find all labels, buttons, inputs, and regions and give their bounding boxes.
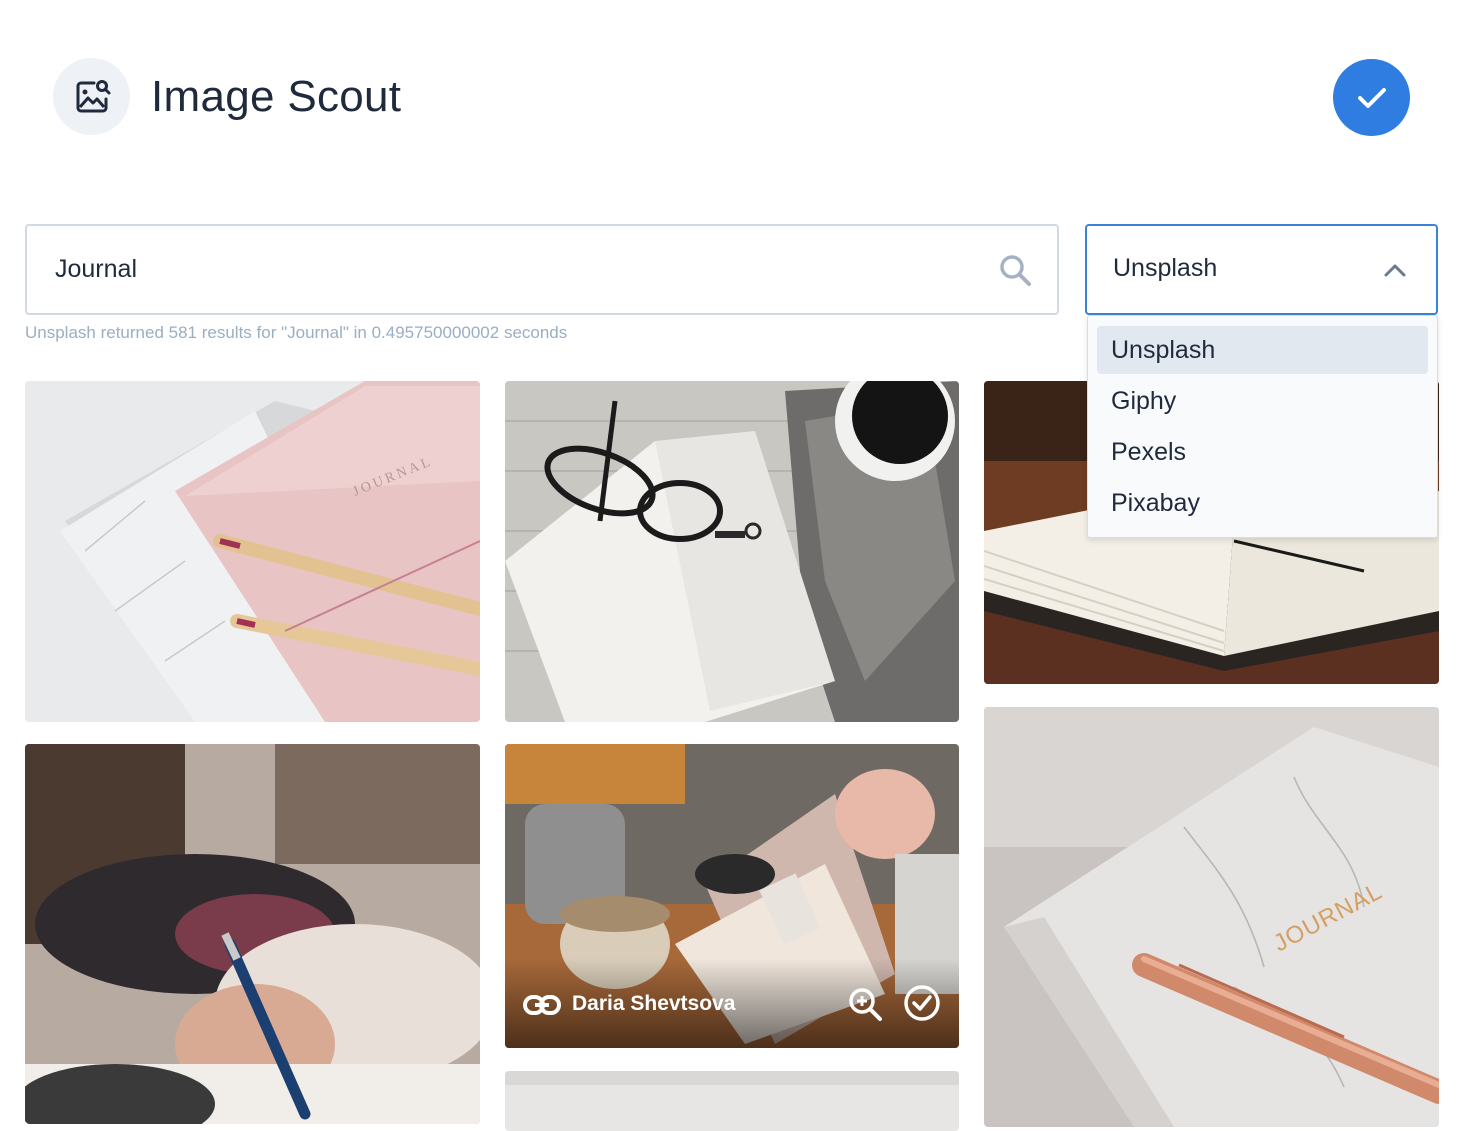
photo-image xyxy=(25,744,480,1124)
photo-author[interactable]: Daria Shevtsova xyxy=(572,992,735,1016)
check-circle-icon[interactable] xyxy=(903,984,941,1022)
photo-card[interactable]: JOURNAL xyxy=(25,381,480,722)
photo-card[interactable]: JOURNAL xyxy=(984,707,1439,1127)
page-title: Image Scout xyxy=(151,72,402,121)
search-icon[interactable] xyxy=(997,252,1033,288)
source-option-pexels[interactable]: Pexels xyxy=(1097,428,1428,476)
photo-image xyxy=(505,1071,959,1131)
source-select-value: Unsplash xyxy=(1113,254,1218,282)
check-icon xyxy=(1357,87,1386,108)
photo-card[interactable] xyxy=(505,381,959,722)
source-menu: Unsplash Giphy Pexels Pixabay xyxy=(1087,315,1438,538)
source-option-unsplash[interactable]: Unsplash xyxy=(1097,326,1428,374)
photo-image: JOURNAL xyxy=(25,381,480,722)
source-option-pixabay[interactable]: Pixabay xyxy=(1097,479,1428,527)
photo-card[interactable] xyxy=(25,744,480,1124)
zoom-in-icon[interactable] xyxy=(847,986,883,1022)
app-logo xyxy=(53,58,130,135)
source-option-giphy[interactable]: Giphy xyxy=(1097,377,1428,425)
photo-card[interactable] xyxy=(505,1071,959,1131)
results-info: Unsplash returned 581 results for "Journ… xyxy=(25,323,568,342)
image-search-icon xyxy=(76,79,110,112)
source-select[interactable]: Unsplash xyxy=(1085,224,1438,315)
confirm-button[interactable] xyxy=(1333,59,1410,136)
link-icon[interactable] xyxy=(523,992,561,1018)
search-box xyxy=(25,224,1059,315)
chevron-up-icon xyxy=(1384,264,1406,277)
photo-image: JOURNAL xyxy=(984,707,1439,1127)
search-input[interactable] xyxy=(53,226,993,313)
photo-image xyxy=(505,381,959,722)
photo-card[interactable]: Daria Shevtsova xyxy=(505,744,959,1048)
